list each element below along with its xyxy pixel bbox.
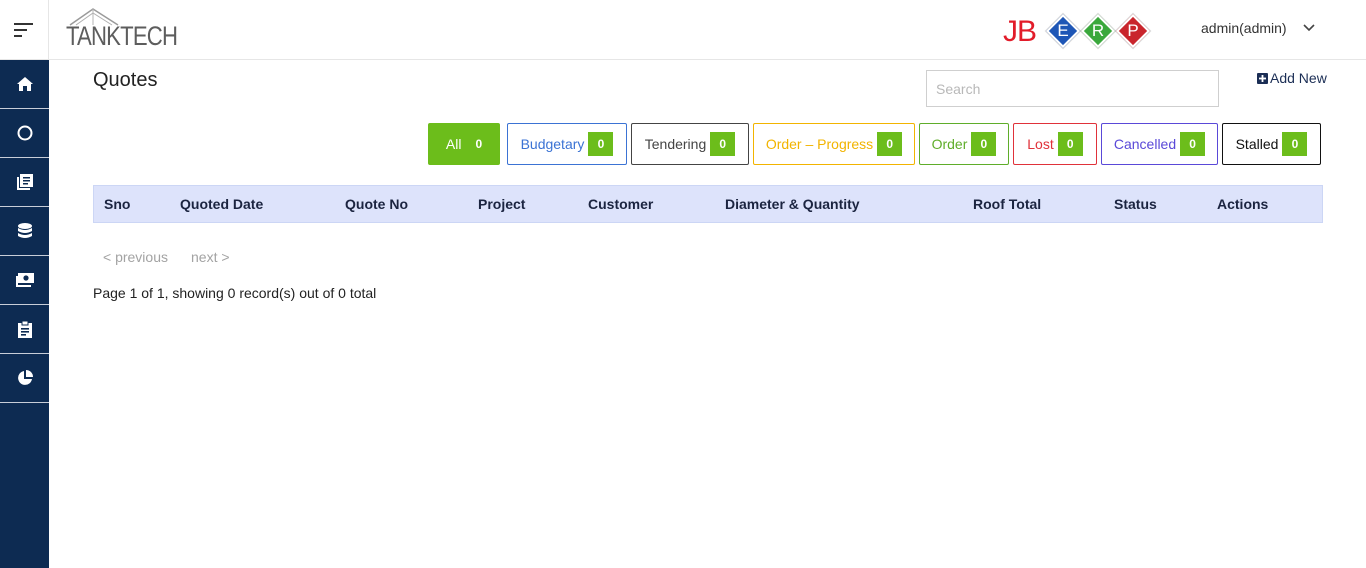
filter-count: 0 xyxy=(475,137,483,151)
clipboard-icon xyxy=(17,320,32,338)
column-header-sno[interactable]: Sno xyxy=(104,196,130,212)
filter-count: 0 xyxy=(971,132,997,156)
table-header: Sno Quoted Date Quote No Project Custome… xyxy=(93,185,1323,223)
database-icon xyxy=(17,223,32,238)
top-bar: TANKTECH JB E R P admin(admin) xyxy=(0,0,1366,60)
menu-icon xyxy=(14,23,33,37)
filter-count: 0 xyxy=(877,132,903,156)
filter-label: All xyxy=(445,136,462,152)
circle-icon xyxy=(17,125,32,141)
page-title: Quotes xyxy=(93,69,158,91)
filter-count: 0 xyxy=(1282,132,1308,156)
book-icon xyxy=(16,174,33,190)
sidebar xyxy=(0,60,49,568)
sidebar-item-database[interactable] xyxy=(0,207,49,256)
filter-lost[interactable]: Lost 0 xyxy=(1013,123,1097,165)
column-header-actions[interactable]: Actions xyxy=(1217,196,1268,212)
brand-logo[interactable]: TANKTECH xyxy=(66,6,178,51)
erp-logo: JB E R P xyxy=(1003,12,1158,50)
column-header-diameter-quantity[interactable]: Diameter & Quantity xyxy=(725,196,860,212)
next-page-link[interactable]: next > xyxy=(191,249,230,265)
filter-cancelled[interactable]: Cancelled 0 xyxy=(1101,123,1218,165)
erp-letter: E xyxy=(1057,21,1069,40)
column-header-customer[interactable]: Customer xyxy=(588,196,653,212)
filter-order[interactable]: Order 0 xyxy=(919,123,1009,165)
filter-all[interactable]: All 0 xyxy=(428,123,500,165)
filter-label: Stalled xyxy=(1235,136,1279,152)
filter-label: Budgetary xyxy=(520,136,585,152)
erp-diamond-e: E xyxy=(1046,14,1080,48)
money-icon xyxy=(15,273,34,287)
column-header-quoted-date[interactable]: Quoted Date xyxy=(180,196,263,212)
filter-stalled[interactable]: Stalled 0 xyxy=(1222,123,1321,165)
chevron-down-icon xyxy=(1303,24,1315,32)
filter-budgetary[interactable]: Budgetary 0 xyxy=(507,123,627,165)
filter-label: Tendering xyxy=(644,136,707,152)
filter-count: 0 xyxy=(710,132,736,156)
sidebar-item-clipboard[interactable] xyxy=(0,305,49,354)
filter-order-progress[interactable]: Order – Progress 0 xyxy=(753,123,915,165)
sidebar-item-home[interactable] xyxy=(0,60,49,109)
column-header-status[interactable]: Status xyxy=(1114,196,1157,212)
sidebar-item-books[interactable] xyxy=(0,158,49,207)
erp-diamond-r: R xyxy=(1081,14,1115,48)
pagination-summary: Page 1 of 1, showing 0 record(s) out of … xyxy=(93,285,377,301)
plus-square-icon xyxy=(1257,72,1268,84)
user-name: admin(admin) xyxy=(1201,20,1287,36)
sidebar-item-circle[interactable] xyxy=(0,109,49,158)
home-icon xyxy=(16,77,33,91)
search-input[interactable] xyxy=(926,70,1219,107)
pie-chart-icon xyxy=(17,370,33,385)
add-new-label: Add New xyxy=(1270,70,1327,86)
user-menu[interactable]: admin(admin) xyxy=(1201,20,1315,36)
erp-letter: P xyxy=(1127,21,1139,40)
erp-letter: R xyxy=(1091,21,1105,40)
filter-tendering[interactable]: Tendering 0 xyxy=(631,123,749,165)
erp-diamond-p: P xyxy=(1116,14,1150,48)
column-header-project[interactable]: Project xyxy=(478,196,525,212)
erp-logo-prefix: JB xyxy=(1003,15,1037,48)
column-header-roof-total[interactable]: Roof Total xyxy=(973,196,1041,212)
sidebar-item-money[interactable] xyxy=(0,256,49,305)
filter-label: Cancelled xyxy=(1113,136,1177,152)
filter-count: 0 xyxy=(1180,132,1206,156)
filter-label: Order xyxy=(931,136,968,152)
brand-name: TANKTECH xyxy=(66,21,178,51)
filter-label: Lost xyxy=(1027,136,1054,152)
filter-label: Order – Progress xyxy=(765,136,874,152)
filter-count: 0 xyxy=(588,132,614,156)
filter-count: 0 xyxy=(1057,132,1083,156)
previous-page-link[interactable]: < previous xyxy=(103,249,168,265)
menu-toggle-button[interactable] xyxy=(0,0,49,60)
add-new-button[interactable]: Add New xyxy=(1257,70,1327,86)
column-header-quote-no[interactable]: Quote No xyxy=(345,196,408,212)
sidebar-item-reports[interactable] xyxy=(0,354,49,403)
